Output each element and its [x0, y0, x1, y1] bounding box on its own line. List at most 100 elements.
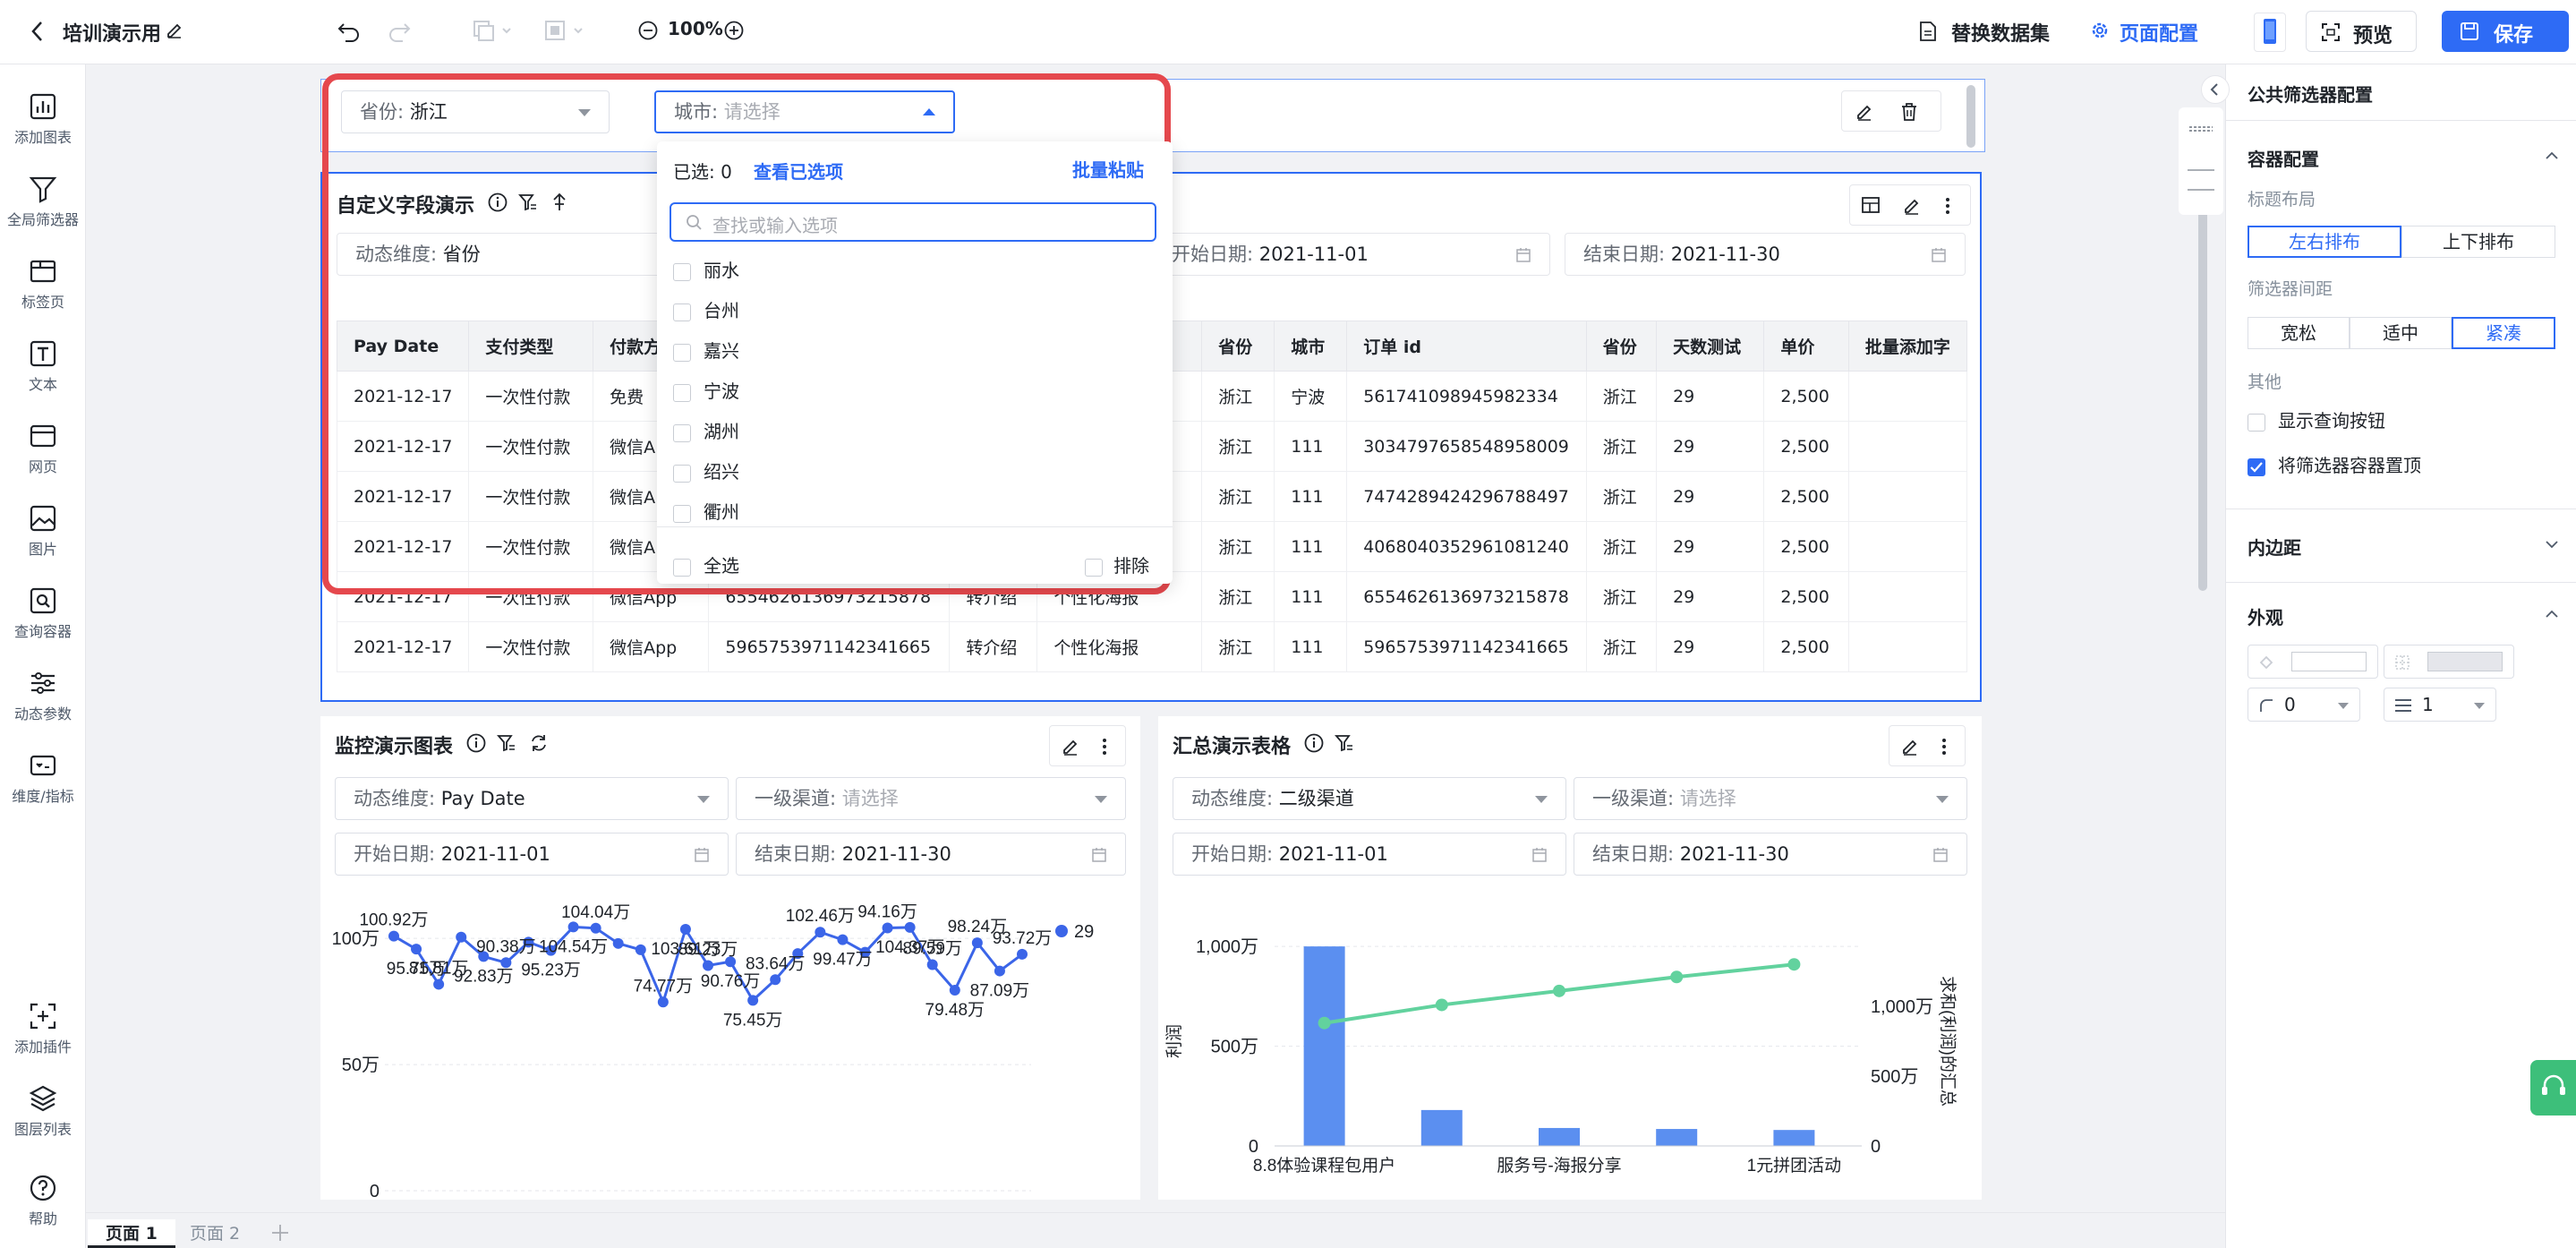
line-point[interactable]: [635, 944, 646, 955]
add-page-icon[interactable]: [269, 1221, 292, 1244]
sidebar-item-global-filter[interactable]: 全局筛选器: [0, 174, 86, 229]
line-point[interactable]: [388, 930, 399, 942]
bulk-paste-link[interactable]: 批量粘贴: [1072, 156, 1144, 182]
table-header-cell[interactable]: 城市: [1274, 321, 1348, 372]
table-settings-icon[interactable]: [1861, 196, 1882, 216]
city-option-item[interactable]: 丽水: [673, 256, 739, 282]
sidebar-item-help[interactable]: 帮助: [0, 1173, 86, 1228]
bar[interactable]: [1656, 1129, 1698, 1146]
monitor-channel-filter[interactable]: 一级渠道: 请选择: [736, 777, 1126, 820]
info-icon[interactable]: [487, 192, 508, 213]
line-point[interactable]: [837, 934, 849, 945]
line-point[interactable]: [994, 965, 1005, 977]
exclude-checkbox[interactable]: 排除: [1085, 551, 1149, 577]
line-point[interactable]: [456, 931, 467, 943]
sidebar-item-layers[interactable]: 图层列表: [0, 1083, 86, 1139]
tab-page-2[interactable]: 页面 2: [172, 1219, 258, 1248]
sidebar-item-dimension-metric[interactable]: 维度/指标: [0, 750, 86, 806]
linked-filter-icon[interactable]: [517, 192, 539, 213]
canvas-side-handle[interactable]: [2179, 107, 2223, 215]
summary-channel-filter[interactable]: 一级渠道: 请选择: [1574, 777, 1967, 820]
save-button[interactable]: 保存: [2442, 11, 2569, 52]
line-point[interactable]: [703, 960, 713, 971]
corner-radius-select[interactable]: 0: [2248, 688, 2360, 722]
spacing-loose-option[interactable]: 宽松: [2248, 317, 2350, 349]
info-icon[interactable]: [465, 732, 487, 754]
sidebar-item-tabs[interactable]: 标签页: [0, 256, 86, 312]
monitor-dimension-filter[interactable]: 动态维度: Pay Date: [335, 777, 729, 820]
monitor-start-date[interactable]: 开始日期: 2021-11-01: [335, 833, 729, 876]
info-icon[interactable]: [1303, 732, 1325, 754]
table-header-cell[interactable]: 订单 id: [1346, 321, 1587, 372]
border-color-picker[interactable]: [2384, 645, 2514, 679]
border-width-select[interactable]: 1: [2384, 688, 2496, 722]
pin-top-checkbox[interactable]: 将筛选器容器置顶: [2248, 451, 2421, 477]
tab-page-1[interactable]: 页面 1: [88, 1219, 175, 1248]
line-point[interactable]: [904, 921, 916, 933]
table-header-cell[interactable]: 省份: [1585, 321, 1658, 372]
more-icon[interactable]: [1940, 737, 1949, 756]
sidebar-item-add-plugin[interactable]: 添加插件: [0, 1001, 86, 1056]
sidebar-item-webpage[interactable]: 网页: [0, 421, 86, 476]
table-header-cell[interactable]: 单价: [1763, 321, 1849, 372]
delete-icon[interactable]: [1899, 102, 1919, 122]
line-point[interactable]: [679, 924, 691, 936]
drill-icon[interactable]: [550, 192, 569, 213]
table-start-date[interactable]: 开始日期: 2021-11-01: [1162, 233, 1550, 276]
table-header-cell[interactable]: 省份: [1201, 321, 1275, 372]
sidebar-item-image[interactable]: 图片: [0, 503, 86, 559]
trend-point[interactable]: [1318, 1016, 1331, 1030]
line-point[interactable]: [949, 985, 960, 996]
trend-point[interactable]: [1670, 970, 1684, 984]
line-point[interactable]: [926, 959, 938, 970]
line-point[interactable]: [770, 974, 781, 986]
sidebar-item-query-container[interactable]: 查询容器: [0, 586, 86, 641]
more-icon[interactable]: [1100, 737, 1109, 756]
edit-icon[interactable]: [1855, 102, 1874, 122]
line-point[interactable]: [971, 937, 983, 949]
preview-button[interactable]: 预览: [2306, 11, 2417, 52]
line-point[interactable]: [590, 922, 601, 934]
bar[interactable]: [1303, 946, 1345, 1146]
chevron-up-icon[interactable]: [2543, 605, 2561, 623]
back-icon[interactable]: [29, 20, 47, 43]
summary-start-date[interactable]: 开始日期: 2021-11-01: [1173, 833, 1566, 876]
layer-order-icon[interactable]: [542, 18, 587, 43]
city-option-item[interactable]: 衢州: [673, 498, 739, 524]
edit-icon[interactable]: [1902, 196, 1922, 216]
spacing-compact-option[interactable]: 紧凑: [2452, 317, 2555, 349]
trend-point[interactable]: [1553, 984, 1565, 997]
bar[interactable]: [1420, 1109, 1463, 1146]
city-option-item[interactable]: 台州: [673, 296, 739, 322]
line-point[interactable]: [1017, 948, 1028, 960]
trend-point[interactable]: [1787, 958, 1801, 971]
line-point[interactable]: [612, 937, 624, 949]
linked-filter-icon[interactable]: [496, 732, 517, 754]
show-query-checkbox[interactable]: 显示查询按钮: [2248, 406, 2385, 432]
option-search-input[interactable]: 查找或输入选项: [670, 202, 1156, 242]
background-color-picker[interactable]: [2248, 645, 2378, 679]
table-header-cell[interactable]: Pay Date: [337, 321, 470, 372]
table-header-cell[interactable]: 天数测试: [1656, 321, 1765, 372]
monitor-end-date[interactable]: 结束日期: 2021-11-30: [736, 833, 1126, 876]
filter-scrollbar[interactable]: [1966, 85, 1975, 148]
city-option-item[interactable]: 绍兴: [673, 457, 739, 483]
zoom-out-icon[interactable]: [637, 20, 659, 41]
line-point[interactable]: [657, 996, 669, 1008]
linked-filter-icon[interactable]: [1334, 732, 1355, 754]
layout-vertical-option[interactable]: 上下排布: [2401, 226, 2555, 258]
edit-title-icon[interactable]: [165, 20, 184, 39]
line-point[interactable]: [815, 927, 826, 938]
bar[interactable]: [1773, 1130, 1815, 1146]
mobile-view-button[interactable]: [2254, 13, 2286, 52]
summary-end-date[interactable]: 结束日期: 2021-11-30: [1574, 833, 1967, 876]
edit-icon[interactable]: [1900, 737, 1920, 756]
customer-service-button[interactable]: [2530, 1060, 2576, 1116]
more-icon[interactable]: [1943, 196, 1952, 216]
redo-icon[interactable]: [387, 18, 412, 43]
province-filter[interactable]: 省份: 浙江: [341, 90, 610, 133]
bar[interactable]: [1539, 1127, 1580, 1146]
canvas-scrollbar[interactable]: [2198, 206, 2207, 591]
select-all-checkbox[interactable]: 全选: [673, 551, 739, 577]
spacing-medium-option[interactable]: 适中: [2350, 317, 2452, 349]
